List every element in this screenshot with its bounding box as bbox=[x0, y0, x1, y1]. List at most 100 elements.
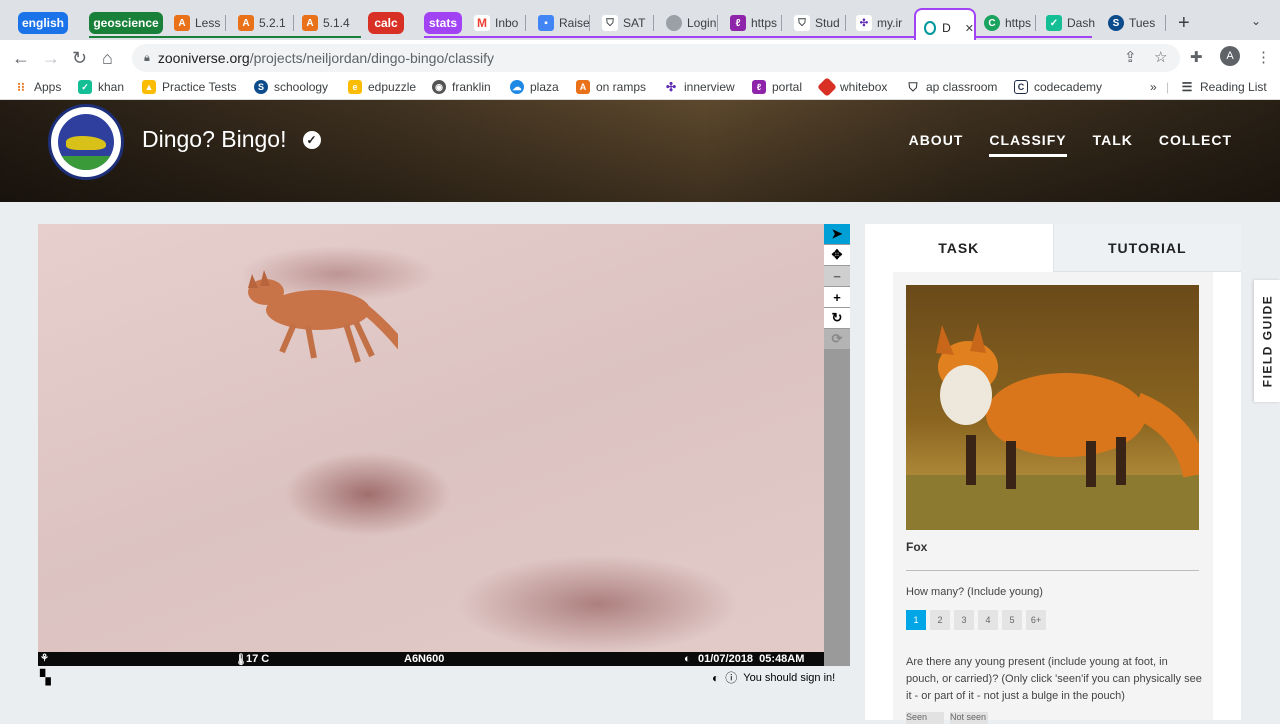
bookmark-star-icon[interactable]: ☆ bbox=[1154, 48, 1167, 66]
tab-group-calc[interactable]: calc bbox=[368, 12, 404, 34]
bookmark-whitebox[interactable]: whitebox bbox=[817, 77, 887, 97]
khan-icon: A bbox=[238, 15, 254, 31]
count-option-2[interactable]: 2 bbox=[930, 610, 950, 630]
project-nav: ABOUT CLASSIFY TALK COLLECT bbox=[909, 132, 1232, 157]
tab-group-stats[interactable]: stats bbox=[424, 12, 462, 34]
browser-tab[interactable]: S Tues bbox=[1108, 10, 1166, 36]
browser-tab[interactable]: ▪ Raise bbox=[538, 10, 590, 36]
reload-icon[interactable]: ↻ bbox=[72, 48, 87, 68]
info-icon[interactable]: ⓘ bbox=[725, 669, 737, 686]
bookmark-khan[interactable]: ✓ khan bbox=[78, 80, 124, 94]
extensions-puzzle-icon[interactable]: ✚ bbox=[1190, 48, 1203, 66]
bookmark-schoology[interactable]: Sschoology bbox=[254, 80, 328, 94]
bookmark-ap-classroom[interactable]: ⛉ ap classroom bbox=[906, 80, 997, 95]
subject-image-viewer[interactable]: ⚘ 🌡︎ 17 C A6N600 ◐ 01/07/2018 05:48AM bbox=[38, 224, 824, 666]
tab-group-underline bbox=[89, 36, 361, 38]
lock-icon[interactable]: 🔒︎ bbox=[144, 52, 150, 65]
count-option-1[interactable]: 1 bbox=[906, 610, 926, 630]
project-title-link[interactable]: Dingo? Bingo! ✓ bbox=[142, 126, 321, 153]
tab-tutorial[interactable]: TUTORIAL bbox=[1052, 224, 1241, 272]
back-arrow-icon[interactable]: ← bbox=[12, 48, 30, 68]
bookmark-label: portal bbox=[772, 80, 803, 94]
moon-phase-icon: ◐ bbox=[684, 653, 691, 665]
bookmark-franklin[interactable]: ◉ franklin bbox=[432, 80, 491, 94]
bookmark-codecademy[interactable]: Ccodecademy bbox=[1014, 80, 1102, 94]
bookmark-edpuzzle[interactable]: e edpuzzle bbox=[348, 80, 416, 94]
browser-tab[interactable]: A Less bbox=[174, 10, 226, 36]
answer-not-seen[interactable]: Not seen bbox=[950, 712, 988, 724]
browser-tab[interactable]: ⛉ Stud bbox=[794, 10, 846, 36]
tab-title: 5.1.4 bbox=[323, 16, 350, 30]
zoom-out-icon[interactable]: − bbox=[824, 266, 850, 286]
browser-tab[interactable]: A 5.1.4 bbox=[302, 10, 358, 36]
answer-seen[interactable]: Seen bbox=[906, 712, 944, 724]
rotate-icon[interactable]: ↻ bbox=[824, 308, 850, 328]
bookmarks-overflow-button[interactable]: » bbox=[1150, 80, 1157, 94]
field-guide-button[interactable]: FIELD GUIDE bbox=[1254, 280, 1280, 402]
zoom-in-icon[interactable]: + bbox=[824, 287, 850, 307]
browser-tab[interactable]: A 5.2.1 bbox=[238, 10, 294, 36]
bookmark-label: franklin bbox=[452, 80, 491, 94]
browser-tab[interactable]: ✓ Dash bbox=[1046, 10, 1096, 36]
bookmark-label: plaza bbox=[530, 80, 559, 94]
bookmark-label: khan bbox=[98, 80, 125, 94]
nav-classify[interactable]: CLASSIFY bbox=[989, 132, 1067, 157]
reading-list-button[interactable]: ☰ Reading List bbox=[1180, 80, 1267, 94]
address-bar[interactable]: 🔒︎ zooniverse.org/projects/neiljordan/di… bbox=[132, 44, 1180, 72]
bookmark-on-ramps[interactable]: Aon ramps bbox=[576, 80, 646, 94]
pointer-tool-icon[interactable]: ➤ bbox=[824, 224, 850, 244]
nav-talk[interactable]: TALK bbox=[1093, 132, 1133, 157]
reset-view-icon[interactable]: ⟳ bbox=[824, 329, 850, 349]
portal-icon: ℓ bbox=[752, 80, 766, 94]
animal-in-image bbox=[248, 270, 398, 363]
gmail-icon: M bbox=[474, 15, 490, 31]
zooniverse-icon bbox=[924, 21, 937, 35]
tab-group-geoscience[interactable]: geoscience bbox=[89, 12, 163, 34]
project-logo[interactable] bbox=[48, 104, 124, 180]
count-options: 1 2 3 4 5 6+ bbox=[906, 610, 1046, 630]
tab-title: https bbox=[1005, 16, 1032, 30]
browser-tab[interactable]: ⛉ SAT bbox=[602, 10, 654, 36]
tab-search-icon[interactable]: ⌄ bbox=[1251, 14, 1261, 28]
browser-tab[interactable]: ✣ my.ir bbox=[856, 10, 910, 36]
bookmark-portal[interactable]: ℓ portal bbox=[752, 80, 802, 94]
nav-about[interactable]: ABOUT bbox=[909, 132, 964, 157]
browser-tab[interactable]: ℓ https bbox=[730, 10, 782, 36]
camera-trap-image bbox=[38, 224, 824, 666]
browser-tab[interactable]: M Inbo bbox=[474, 10, 526, 36]
camera-info-bar: ⚘ 🌡︎ 17 C A6N600 ◐ 01/07/2018 05:48AM bbox=[38, 652, 824, 666]
count-option-5[interactable]: 5 bbox=[1002, 610, 1022, 630]
forward-arrow-icon[interactable]: → bbox=[42, 48, 60, 68]
bookmark-plaza[interactable]: ☁ plaza bbox=[510, 80, 559, 94]
new-tab-button[interactable]: + bbox=[1178, 12, 1190, 35]
species-name: Fox bbox=[906, 540, 928, 554]
tab-title: Inbo bbox=[495, 16, 519, 30]
share-icon[interactable]: ⇪ bbox=[1124, 48, 1137, 66]
question-how-many: How many? (Include young) bbox=[906, 586, 1043, 598]
pan-tool-icon[interactable]: ✥ bbox=[824, 245, 850, 265]
close-tab-icon[interactable]: ✕ bbox=[965, 22, 974, 35]
count-option-6-plus[interactable]: 6+ bbox=[1026, 610, 1046, 630]
verified-check-icon: ✓ bbox=[302, 130, 321, 149]
bookmark-practice-tests[interactable]: ▲ Practice Tests bbox=[142, 80, 236, 94]
bookmark-innerview[interactable]: ✣ innerview bbox=[664, 80, 735, 94]
home-icon[interactable]: ⌂ bbox=[102, 48, 113, 68]
sign-in-notice[interactable]: You should sign in! bbox=[743, 672, 835, 684]
bookmark-label: innerview bbox=[684, 80, 735, 94]
nav-collect[interactable]: COLLECT bbox=[1159, 132, 1232, 157]
invert-contrast-icon[interactable]: ◐ bbox=[712, 671, 719, 685]
bookmark-apps[interactable]: ⁝⁝ Apps bbox=[14, 80, 61, 94]
grid-view-icon[interactable]: ▚ bbox=[40, 669, 51, 686]
chrome-menu-icon[interactable]: ⋮ bbox=[1256, 48, 1271, 66]
bookmarks-divider: | bbox=[1166, 80, 1170, 94]
browser-tab[interactable]: Login bbox=[666, 10, 718, 36]
count-option-4[interactable]: 4 bbox=[978, 610, 998, 630]
tab-task[interactable]: TASK bbox=[865, 224, 1053, 272]
browser-tab[interactable]: C https bbox=[984, 10, 1036, 36]
bookmark-label: Practice Tests bbox=[162, 80, 237, 94]
tab-group-english[interactable]: english bbox=[18, 12, 68, 34]
count-option-3[interactable]: 3 bbox=[954, 610, 974, 630]
profile-avatar[interactable]: A bbox=[1220, 46, 1240, 66]
tab-title: D bbox=[942, 21, 951, 35]
tab-title: SAT bbox=[623, 16, 646, 30]
